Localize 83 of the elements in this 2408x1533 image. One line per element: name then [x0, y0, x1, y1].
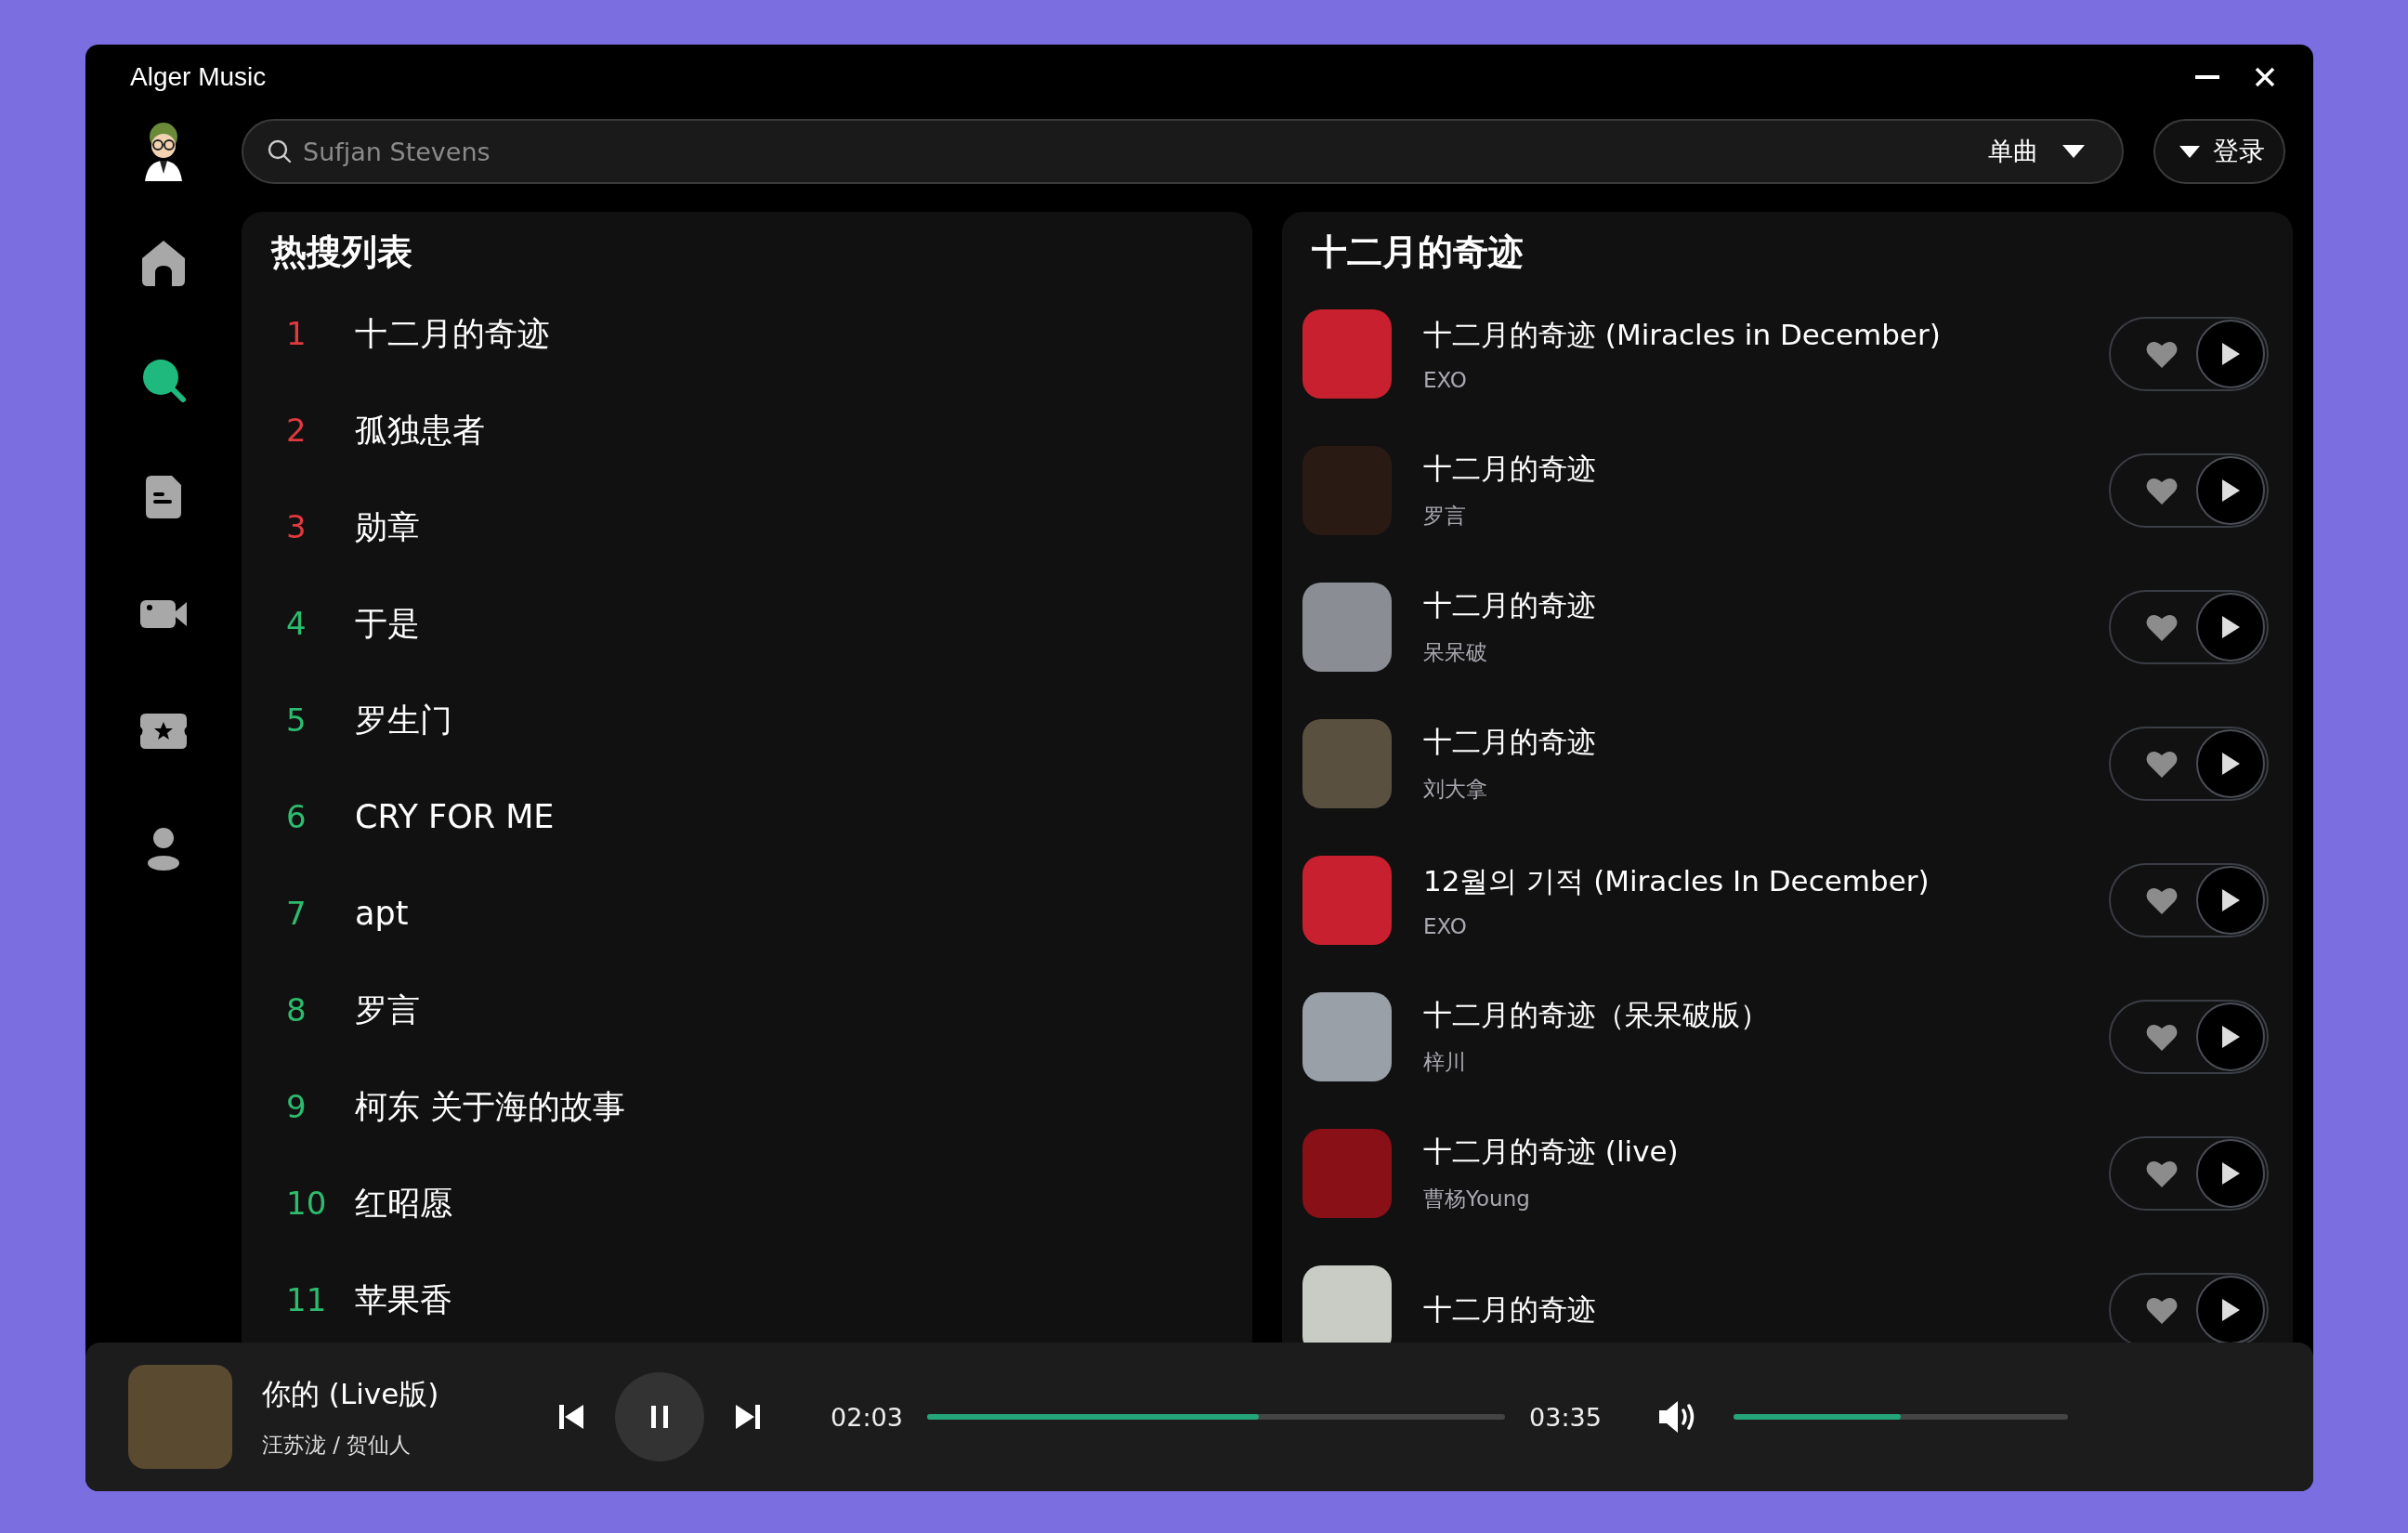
heart-icon[interactable]: [2146, 612, 2178, 641]
hot-search-link[interactable]: 罗生门: [355, 698, 452, 742]
panel-title: 十二月的奇迹: [1311, 230, 1525, 274]
artist-name: EXO: [1423, 367, 1468, 392]
rank-number: 1: [286, 315, 308, 352]
volume-slider[interactable]: [1734, 1414, 2068, 1420]
rank-number: 3: [286, 508, 308, 545]
song-title: 十二月的奇迹 (live): [1423, 1133, 1680, 1170]
type-dropdown[interactable]: 单曲: [1988, 135, 2085, 168]
heart-icon[interactable]: [2146, 749, 2178, 778]
artist-name: 汪苏泷 / 贺仙人: [262, 1431, 412, 1459]
close-icon[interactable]: [2255, 67, 2275, 87]
artist-name: EXO: [1423, 913, 1468, 938]
hot-search-link[interactable]: 孤独患者: [355, 408, 485, 452]
hot-search-link[interactable]: CRY FOR ME: [355, 798, 555, 835]
artist-name: 刘大拿: [1423, 776, 1488, 803]
play-button[interactable]: [2196, 1275, 2265, 1343]
login-button[interactable]: 登录: [2153, 119, 2285, 184]
heart-icon[interactable]: [2146, 1295, 2178, 1324]
play-button[interactable]: [2196, 728, 2265, 798]
hot-search-link[interactable]: 罗言: [355, 988, 420, 1032]
play-icon: [2220, 887, 2241, 912]
play-button[interactable]: [2196, 592, 2265, 662]
song-title: 十二月的奇迹: [1423, 724, 1597, 760]
song-title: 你的 (Live版): [262, 1375, 440, 1412]
artist-name: 曹杨Young: [1423, 1186, 1531, 1212]
play-button[interactable]: [2196, 455, 2265, 525]
rank-number: 2: [286, 412, 308, 449]
play-icon: [2220, 614, 2241, 639]
heart-icon[interactable]: [2146, 1159, 2178, 1187]
song-title: 十二月的奇迹（呆呆破版）: [1423, 997, 1770, 1033]
play-icon: [2220, 751, 2241, 776]
previous-icon: [559, 1404, 583, 1430]
hot-search-link[interactable]: 红昭愿: [355, 1181, 452, 1225]
volume-icon[interactable]: [1657, 1399, 1696, 1435]
song-title: 十二月的奇迹: [1423, 1291, 1597, 1328]
hot-search-link[interactable]: 于是: [355, 601, 420, 646]
artist-name: 罗言: [1423, 503, 1467, 530]
rank-number: 10: [286, 1185, 328, 1222]
rank-number: 6: [286, 798, 308, 835]
artist-name: 梓川: [1423, 1049, 1467, 1076]
search-field[interactable]: Sufjan Stevens 单曲: [242, 119, 2124, 184]
previous-button[interactable]: [559, 1404, 583, 1430]
song-title: 十二月的奇迹 (Miracles in December): [1423, 316, 1942, 353]
play-button[interactable]: [2196, 865, 2265, 935]
window-title: Alger Music: [130, 62, 268, 92]
caret-icon: [2062, 145, 2085, 158]
play-button[interactable]: [2196, 1138, 2265, 1208]
rank-number: 11: [286, 1281, 328, 1318]
rank-number: 5: [286, 701, 308, 739]
play-icon: [2220, 1024, 2241, 1049]
rank-number: 7: [286, 895, 308, 932]
rank-number: 8: [286, 991, 308, 1029]
hot-search-link[interactable]: 苹果香: [355, 1278, 452, 1322]
song-title: 12월의 기적 (Miracles In December): [1423, 862, 1930, 899]
heart-icon[interactable]: [2146, 339, 2178, 368]
hot-search-link[interactable]: 十二月的奇迹: [355, 311, 550, 356]
progress-bar[interactable]: [927, 1414, 1505, 1420]
panel-title: 热搜列表: [269, 230, 413, 274]
next-button[interactable]: [736, 1404, 760, 1430]
search-icon: [268, 139, 292, 164]
song-title: 十二月的奇迹: [1423, 451, 1597, 487]
play-icon: [2220, 1297, 2241, 1322]
total-time: 03:35: [1528, 1402, 1603, 1432]
rank-number: 4: [286, 605, 308, 642]
heart-icon[interactable]: [2146, 476, 2178, 504]
artist-name: 呆呆破: [1423, 639, 1488, 666]
heart-icon[interactable]: [2146, 1022, 2178, 1051]
next-icon: [736, 1404, 760, 1430]
play-button[interactable]: [2196, 319, 2265, 388]
song-title: 十二月的奇迹: [1423, 587, 1597, 623]
rank-number: 9: [286, 1088, 308, 1125]
caret-icon: [2179, 145, 2200, 158]
hot-search-link[interactable]: apt: [355, 895, 409, 932]
play-icon: [2220, 478, 2241, 503]
play-icon: [2220, 341, 2241, 366]
play-button[interactable]: [2196, 1002, 2265, 1071]
play-icon: [2220, 1160, 2241, 1186]
hot-search-link[interactable]: 柯东 关于海的故事: [355, 1084, 626, 1129]
hot-search-link[interactable]: 勋章: [355, 504, 420, 549]
elapsed-time: 02:03: [830, 1402, 904, 1432]
heart-icon[interactable]: [2146, 885, 2178, 914]
pause-icon: [651, 1406, 668, 1428]
